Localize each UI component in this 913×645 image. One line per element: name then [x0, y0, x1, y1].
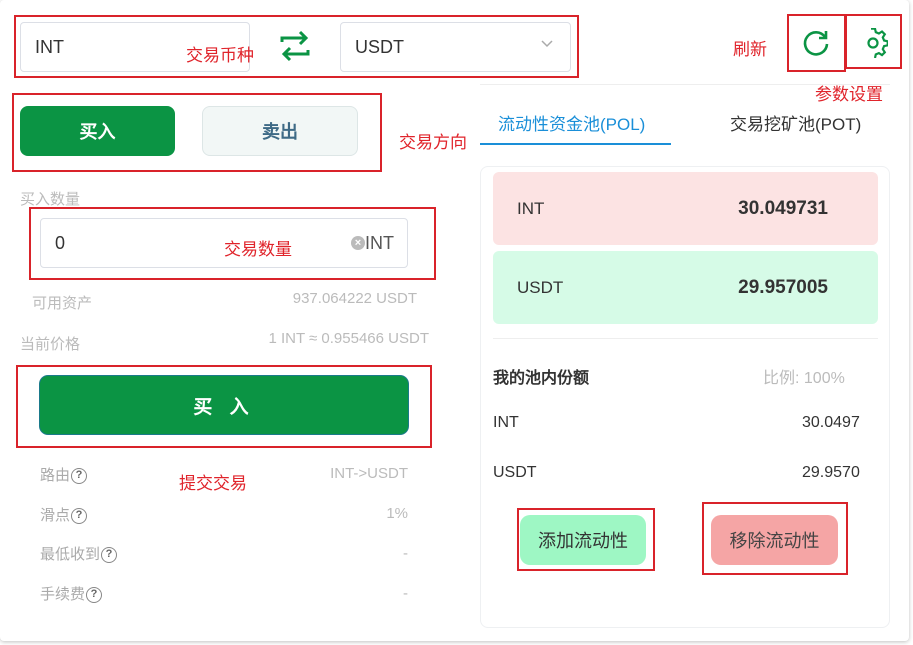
question-circle-icon[interactable]: ? — [101, 547, 118, 564]
pool-token-a-row: INT 30.049731 — [493, 172, 878, 245]
annotation-direction: 交易方向 — [399, 133, 467, 152]
amount-label: 买入数量 — [20, 191, 81, 208]
annotation-refresh: 刷新 — [733, 40, 767, 59]
annotation-box-direction — [12, 93, 382, 172]
annotation-box-add-liquidity — [517, 508, 655, 571]
tab-pot[interactable]: 交易挖矿池(POT) — [730, 110, 861, 135]
fee-row: 手续费? — [40, 583, 103, 604]
my-share-title: 我的池内份额 — [493, 370, 590, 387]
annotation-amount: 交易数量 — [224, 240, 292, 259]
annotation-trade-pair: 交易币种 — [186, 46, 254, 65]
my-share-token-a-name: INT — [493, 414, 519, 431]
price-value: 1 INT ≈ 0.955466 USDT — [268, 330, 429, 347]
annotation-box-submit — [16, 365, 432, 448]
min-receive-label: 最低收到 — [40, 546, 101, 563]
fee-label: 手续费 — [40, 586, 86, 603]
min-receive-row: 最低收到? — [40, 543, 118, 564]
annotation-box-settings — [845, 14, 902, 69]
min-receive-value: - — [403, 545, 408, 562]
pool-token-b-row: USDT 29.957005 — [493, 251, 878, 324]
pool-token-b-value: 29.957005 — [738, 276, 828, 298]
fee-value: - — [403, 585, 408, 602]
my-share-token-a-value: 30.0497 — [802, 414, 860, 431]
annotation-box-refresh — [787, 14, 846, 72]
my-share-token-b-value: 29.9570 — [802, 464, 860, 481]
pool-token-b-name: USDT — [517, 277, 564, 297]
tab-pol[interactable]: 流动性资金池(POL) — [498, 110, 645, 135]
price-label: 当前价格 — [20, 336, 81, 353]
pool-token-a-name: INT — [517, 198, 545, 218]
slippage-row: 滑点? — [40, 504, 88, 525]
question-circle-icon[interactable]: ? — [71, 468, 88, 485]
slippage-value: 1% — [386, 505, 408, 522]
tab-pol-underline — [480, 143, 671, 145]
annotation-box-remove-liquidity — [702, 502, 848, 575]
available-label: 可用资产 — [32, 295, 93, 312]
question-circle-icon[interactable]: ? — [86, 587, 103, 604]
annotation-submit: 提交交易 — [179, 474, 247, 493]
route-value: INT->USDT — [330, 465, 408, 482]
annotation-box-trade-pair — [14, 15, 579, 78]
pool-divider — [493, 338, 878, 339]
slippage-label: 滑点 — [40, 507, 71, 524]
route-label: 路由 — [40, 467, 71, 484]
available-value: 937.064222 USDT — [292, 290, 417, 307]
question-circle-icon[interactable]: ? — [71, 508, 88, 525]
my-share-token-b-name: USDT — [493, 464, 537, 481]
annotation-settings: 参数设置 — [815, 85, 883, 104]
my-share-ratio: 比例: 100% — [763, 370, 845, 387]
route-row: 路由? — [40, 464, 88, 485]
pool-token-a-value: 30.049731 — [738, 197, 828, 219]
